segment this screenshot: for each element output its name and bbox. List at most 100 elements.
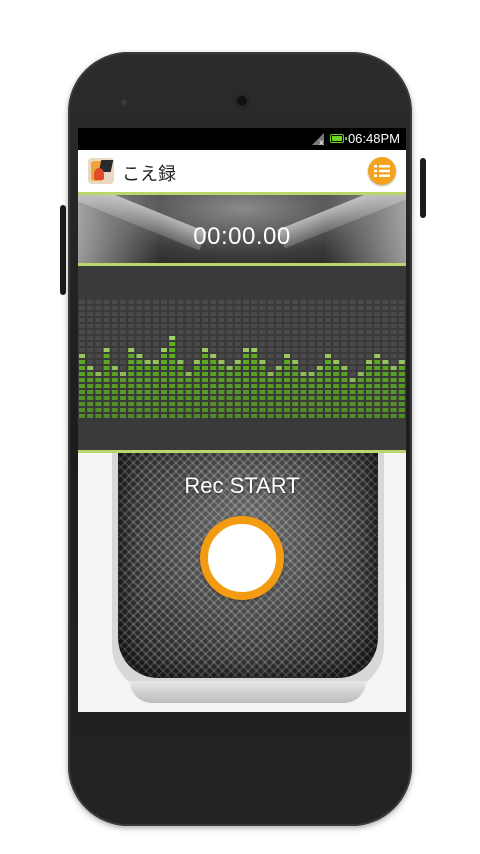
level-bar-segment xyxy=(300,372,307,376)
level-bar-segment xyxy=(275,354,282,358)
level-bar-segment xyxy=(87,318,94,322)
level-bar-segment xyxy=(136,312,143,316)
level-bar-segment xyxy=(300,360,307,364)
level-bar-segment xyxy=(202,372,208,376)
level-bar-segment xyxy=(226,312,233,316)
level-bar-segment xyxy=(349,348,356,352)
level-bar-segment xyxy=(390,408,397,412)
level-bar-segment xyxy=(226,330,233,334)
level-bar-segment xyxy=(177,318,184,322)
level-bar-segment xyxy=(382,390,389,394)
level-bar-segment xyxy=(95,366,102,370)
level-bar-segment xyxy=(95,306,102,310)
level-bar-segment xyxy=(333,366,340,370)
level-bar-segment xyxy=(87,336,94,340)
level-bar-segment xyxy=(161,372,167,376)
level-bar-segment xyxy=(185,312,192,316)
level-bar-segment xyxy=(152,354,159,358)
level-bar-segment xyxy=(275,372,282,376)
level-bar-segment xyxy=(308,324,315,328)
level-bar-segment xyxy=(325,378,331,382)
level-bar-segment xyxy=(218,336,225,340)
level-bar-segment xyxy=(251,372,258,376)
level-bar-segment xyxy=(161,312,167,316)
level-bar-segment xyxy=(234,414,241,418)
level-bar-segment xyxy=(79,372,85,376)
level-bar-segment xyxy=(177,366,184,370)
level-bar-segment xyxy=(398,366,405,370)
level-bar-segment xyxy=(234,360,241,364)
level-bar-segment xyxy=(202,354,208,358)
level-bar-segment xyxy=(161,348,167,352)
level-bar-segment xyxy=(234,372,241,376)
level-bar-segment xyxy=(390,348,397,352)
level-bar-segment xyxy=(111,402,118,406)
level-bar-segment xyxy=(284,348,290,352)
level-bar-segment xyxy=(152,390,159,394)
level-bar-segment xyxy=(103,354,110,358)
level-bar-segment xyxy=(152,366,159,370)
level-bar-segment xyxy=(161,354,167,358)
level-bar-segment xyxy=(275,324,282,328)
level-bar-segment xyxy=(144,384,151,388)
level-bar-segment xyxy=(136,414,143,418)
level-bar-segment xyxy=(218,348,225,352)
level-bar-segment xyxy=(185,384,192,388)
level-bar-segment xyxy=(210,330,217,334)
level-bar-segment xyxy=(284,402,290,406)
level-bar-segment xyxy=(210,348,217,352)
level-bar-segment xyxy=(374,402,381,406)
level-bar-segment xyxy=(177,408,184,412)
level-bar-segment xyxy=(87,390,94,394)
level-bar-segment xyxy=(333,324,340,328)
level-bar-segment xyxy=(169,330,176,334)
level-bar-segment xyxy=(316,348,323,352)
level-bar-segment xyxy=(177,306,184,310)
level-bar-segment xyxy=(103,366,110,370)
level-bar-segment xyxy=(366,384,372,388)
level-bar-segment xyxy=(308,414,315,418)
level-bar-segment xyxy=(226,396,233,400)
menu-button[interactable] xyxy=(368,157,396,185)
level-bar-segment xyxy=(218,372,225,376)
level-bar-segment xyxy=(390,324,397,328)
level-bar-segment xyxy=(128,354,135,358)
level-bar-segment xyxy=(284,396,290,400)
status-bar: x 06:48PM xyxy=(78,128,406,150)
level-bar-segment xyxy=(79,414,85,418)
level-bar-segment xyxy=(79,306,85,310)
level-bar-segment xyxy=(382,402,389,406)
level-bar-segment xyxy=(128,402,135,406)
level-bar-segment xyxy=(300,342,307,346)
level-bar-segment xyxy=(161,414,167,418)
level-bar-segment xyxy=(300,366,307,370)
level-bar-segment xyxy=(275,330,282,334)
level-bar-segment xyxy=(226,336,233,340)
level-bar-segment xyxy=(193,390,200,394)
level-bar-segment xyxy=(103,306,110,310)
level-bar-segment xyxy=(366,360,372,364)
power-button[interactable] xyxy=(420,158,426,218)
level-bar-segment xyxy=(325,366,331,370)
level-bar-segment xyxy=(251,378,258,382)
level-bar-segment xyxy=(333,312,340,316)
volume-button[interactable] xyxy=(60,205,66,295)
svg-text:x: x xyxy=(319,138,324,145)
level-bar-segment xyxy=(152,312,159,316)
level-bar-segment xyxy=(333,306,340,310)
level-bar-segment xyxy=(357,366,364,370)
level-bar-segment xyxy=(382,342,389,346)
level-bar-segment xyxy=(218,300,225,304)
level-bar-segment xyxy=(259,366,266,370)
level-bar-segment xyxy=(275,336,282,340)
level-bar-segment xyxy=(202,324,208,328)
level-bar-segment xyxy=(193,414,200,418)
level-bar-segment xyxy=(79,384,85,388)
record-button[interactable] xyxy=(200,516,284,600)
level-bar-segment xyxy=(251,330,258,334)
level-bar-segment xyxy=(366,408,372,412)
level-bar-segment xyxy=(128,306,135,310)
level-bar-segment xyxy=(333,318,340,322)
level-bar-segment xyxy=(177,372,184,376)
level-bar-segment xyxy=(300,408,307,412)
